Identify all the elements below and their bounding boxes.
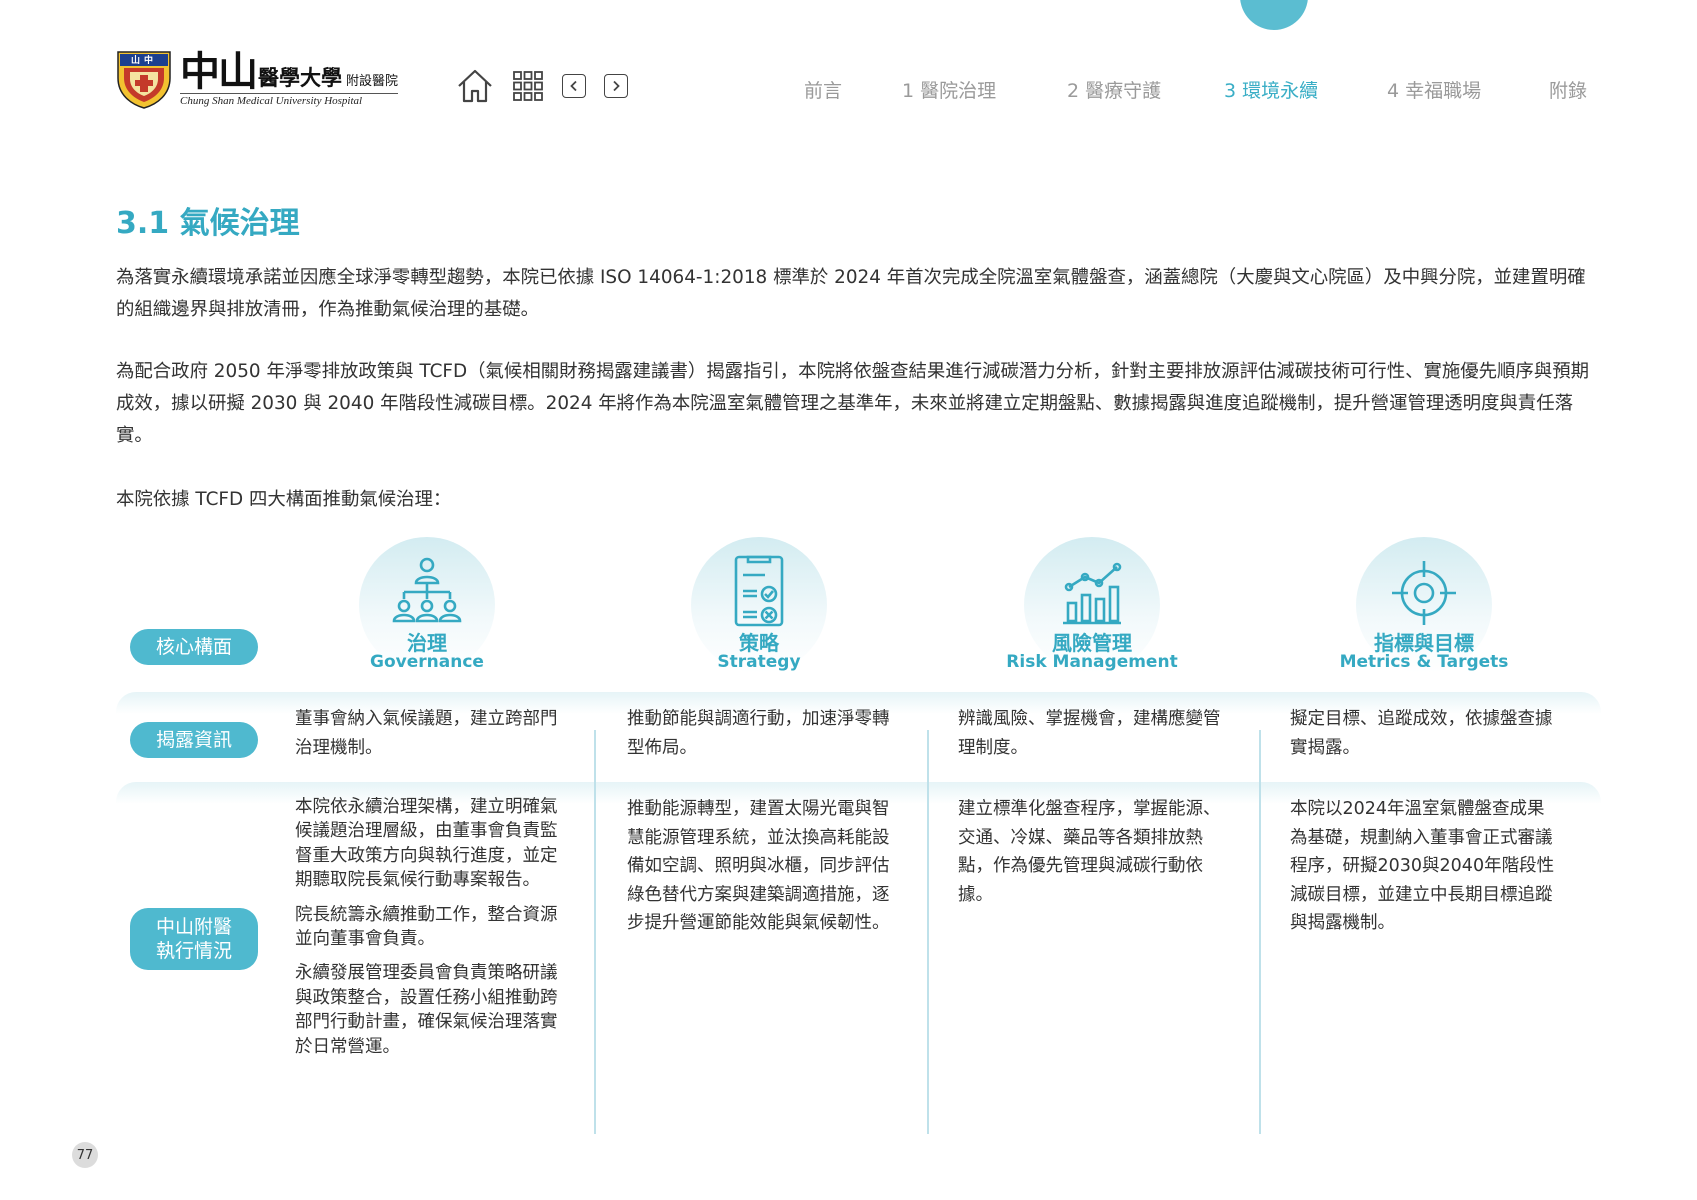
logo-name-small: 附設醫院: [346, 73, 399, 89]
paragraph-1: 為落實永續環境承諾並因應全球淨零轉型趨勢，本院已依據 ISO 14064-1:2…: [116, 267, 1586, 320]
pillar-strategy: 策略 Strategy: [609, 537, 909, 677]
execution-risk-management-item: 建立標準化盤查程序，掌握能源、交通、冷媒、藥品等各類排放熱點，作為優先管理與減碳…: [958, 799, 1221, 905]
row-label-execution: 中山附醫 執行情況: [130, 908, 258, 970]
disclosure-strategy: 推動節能與調適行動，加速淨零轉型佈局。: [627, 709, 890, 758]
execution-strategy: 推動能源轉型，建置太陽光電與智慧能源管理系統，並汰換高耗能設備如空調、照明與冰櫃…: [627, 795, 897, 938]
section-title: 3.1 氣候治理: [116, 206, 300, 241]
home-icon[interactable]: [456, 68, 494, 104]
row-label-execution-line1: 中山附醫: [155, 916, 232, 938]
pillar-governance: 治理 Governance: [277, 537, 577, 677]
execution-governance-item: 永續發展管理委員會負責策略研議與政策整合，設置任務小組推動跨部門行動計畫，確保氣…: [295, 963, 558, 1057]
menu-item-preface[interactable]: 前言: [804, 76, 842, 102]
crest-seal-text: 山中: [130, 56, 157, 66]
execution-risk-management: 建立標準化盤查程序，掌握能源、交通、冷媒、藥品等各類排放熱點，作為優先管理與減碳…: [958, 795, 1228, 909]
decorative-circle: [1240, 0, 1308, 30]
logo-name-mid: 醫學大學: [258, 64, 342, 90]
menu-item-medical-care[interactable]: 2 醫療守護: [1067, 76, 1161, 102]
execution-governance-item: 本院依永續治理架構，建立明確氣候議題治理層級，由董事會負責監督重大政策方向與執行…: [295, 797, 558, 891]
execution-strategy-item: 推動能源轉型，建置太陽光電與智慧能源管理系統，並汰換高耗能設備如空調、照明與冰櫃…: [627, 799, 890, 934]
column-divider: [594, 730, 596, 1134]
pillar-title-en: Governance: [370, 652, 484, 672]
column-divider: [1259, 730, 1261, 1134]
grid-icon[interactable]: [512, 70, 544, 102]
pillar-title-en: Metrics & Targets: [1339, 652, 1509, 672]
pillar-title-en: Risk Management: [1006, 652, 1178, 672]
paragraph-2: 為配合政府 2050 年淨零排放政策與 TCFD（氣候相關財務揭露建議書）揭露指…: [116, 361, 1589, 446]
chevron-left-icon[interactable]: [562, 74, 586, 98]
menu-item-appendix[interactable]: 附錄: [1549, 76, 1587, 102]
pillar-metrics-targets: 指標與目標 Metrics & Targets: [1274, 537, 1574, 677]
disclosure-metrics-targets: 擬定目標、追蹤成效，依據盤查據實揭露。: [1290, 709, 1553, 758]
bar-chart-icon: [1063, 562, 1122, 625]
paragraph-intro: 本院依據 TCFD 四大構面推動氣候治理：: [116, 489, 452, 510]
disclosure-governance: 董事會納入氣候議題，建立跨部門治理機制。: [295, 709, 558, 758]
page-number: 77: [72, 1142, 98, 1168]
disclosure-risk-management: 辨識風險、掌握機會，建構應變管理制度。: [958, 709, 1221, 758]
execution-metrics-targets: 本院以2024年溫室氣體盤查成果為基礎，規劃納入董事會正式審議程序，研擬2030…: [1290, 795, 1560, 938]
execution-governance: 本院依永續治理架構，建立明確氣候議題治理層級，由董事會負責監督重大政策方向與執行…: [295, 795, 565, 1059]
row-label-disclosure: 揭露資訊: [130, 722, 258, 758]
menu-item-hospital-governance[interactable]: 1 醫院治理: [902, 76, 996, 102]
logo-english-name: Chung Shan Medical University Hospital: [180, 92, 399, 107]
org-chart-icon: [392, 557, 462, 623]
checklist-icon: [734, 555, 784, 627]
pillar-risk-management: 風險管理 Risk Management: [942, 537, 1242, 677]
column-divider: [927, 730, 929, 1134]
execution-governance-item: 院長統籌永續推動工作，整合資源並向董事會負責。: [295, 904, 558, 950]
hospital-crest-icon: 山中: [116, 48, 172, 110]
row-label-execution-line2: 執行情況: [155, 940, 232, 962]
pillar-title-en: Strategy: [717, 652, 801, 672]
menu-item-environment[interactable]: 3 環境永續: [1224, 76, 1318, 102]
execution-metrics-targets-item: 本院以2024年溫室氣體盤查成果為基礎，規劃納入董事會正式審議程序，研擬2030…: [1290, 799, 1555, 934]
row-label-core: 核心構面: [130, 629, 258, 665]
chevron-right-icon[interactable]: [604, 74, 628, 98]
nav-toolbar: [456, 68, 628, 104]
logo-name-big: 中山: [180, 47, 258, 95]
hospital-logo[interactable]: 山中 中山 醫學大學 附設醫院 Chung Shan Medical Unive…: [116, 48, 426, 110]
menu-item-workplace[interactable]: 4 幸福職場: [1387, 76, 1481, 102]
target-icon: [1392, 561, 1456, 625]
